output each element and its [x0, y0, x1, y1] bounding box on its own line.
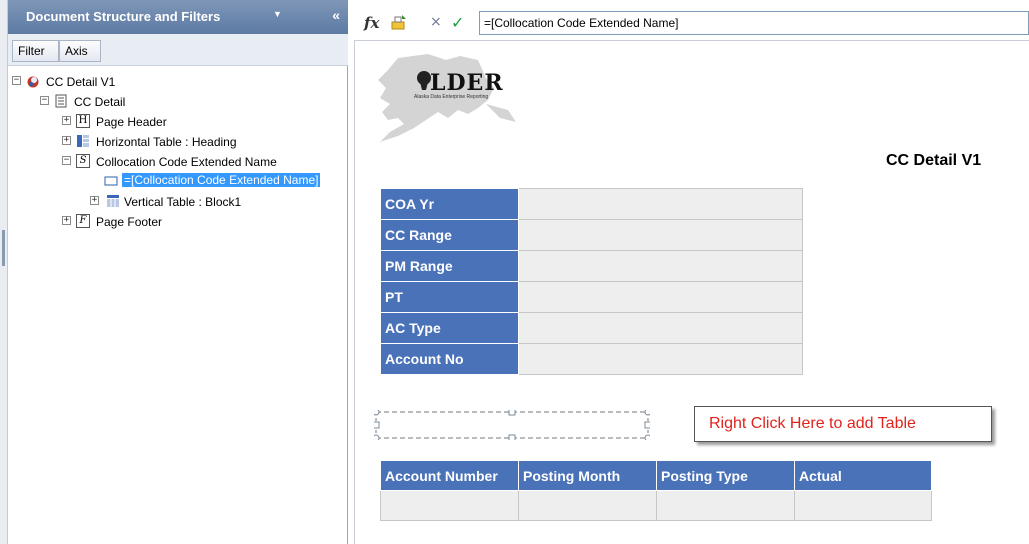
- table-row[interactable]: COA Yr: [380, 188, 803, 220]
- expand-toggle-icon[interactable]: +: [62, 116, 71, 125]
- table-header-row[interactable]: Account Number Posting Month Posting Typ…: [380, 460, 932, 491]
- row-header[interactable]: PM Range: [380, 250, 519, 282]
- column-header-account-number[interactable]: Account Number: [380, 460, 519, 491]
- formula-bar: fx × ✓ =[Collocation Code Extended Name]: [350, 10, 1029, 38]
- row-header[interactable]: PT: [380, 281, 519, 313]
- column-header-posting-type[interactable]: Posting Type: [656, 460, 795, 491]
- collapse-toggle-icon[interactable]: −: [12, 76, 21, 85]
- tree-node-label: Horizontal Table : Heading: [96, 135, 237, 149]
- tab-axis[interactable]: Axis: [59, 40, 101, 62]
- collapse-toggle-icon[interactable]: −: [40, 96, 49, 105]
- tree-node-cell[interactable]: =[Collocation Code Extended Name]: [104, 172, 344, 192]
- tree-node-label: Vertical Table : Block1: [124, 195, 242, 209]
- tree-node-vertical-table[interactable]: + Vertical Table : Block1: [90, 192, 340, 212]
- table-cell[interactable]: [518, 490, 657, 521]
- table-row[interactable]: PT: [380, 281, 803, 313]
- table-row[interactable]: [380, 490, 932, 521]
- report-icon: [27, 76, 39, 88]
- page-icon: [55, 94, 67, 108]
- table-row[interactable]: Account No: [380, 343, 803, 375]
- row-value[interactable]: [518, 343, 803, 375]
- report-title[interactable]: CC Detail V1: [886, 152, 981, 170]
- table-row[interactable]: CC Range: [380, 219, 803, 251]
- tree-node-page-header[interactable]: + H Page Header: [62, 112, 332, 132]
- table-cell[interactable]: [656, 490, 795, 521]
- tree-node-report[interactable]: − CC Detail V1: [12, 72, 342, 92]
- header-icon: H: [76, 114, 90, 128]
- tree-node-cc-detail[interactable]: − CC Detail: [34, 92, 334, 112]
- left-edge-strip[interactable]: [0, 0, 8, 544]
- table-row[interactable]: PM Range: [380, 250, 803, 282]
- vertical-table-icon: [107, 195, 119, 207]
- row-value[interactable]: [518, 219, 803, 251]
- tree-node-label: Collocation Code Extended Name: [96, 155, 277, 169]
- tree-node-label: Page Footer: [96, 215, 163, 229]
- panel-header: Document Structure and Filters ▼ «: [8, 0, 348, 34]
- function-icon[interactable]: fx: [364, 14, 379, 32]
- row-header[interactable]: CC Range: [380, 219, 519, 251]
- panel-tab-row: Filter Axis: [8, 34, 348, 66]
- tree-node-label: Page Header: [96, 115, 167, 129]
- collapse-toggle-icon[interactable]: −: [62, 156, 71, 165]
- collapse-panel-icon[interactable]: «: [332, 7, 340, 23]
- validate-formula-icon[interactable]: ✓: [451, 13, 464, 32]
- row-header[interactable]: COA Yr: [380, 188, 519, 220]
- document-structure-panel: Document Structure and Filters ▼ « Filte…: [8, 0, 348, 544]
- section-icon: S: [76, 154, 90, 168]
- tree-node-label-selected: =[Collocation Code Extended Name]: [122, 173, 321, 187]
- tree-node-page-footer[interactable]: + F Page Footer: [62, 212, 312, 232]
- panel-title: Document Structure and Filters: [26, 9, 221, 24]
- formula-input[interactable]: =[Collocation Code Extended Name]: [479, 11, 1029, 35]
- row-value[interactable]: [518, 188, 803, 220]
- tree-node-label: CC Detail: [74, 95, 126, 109]
- resize-grip[interactable]: [2, 230, 5, 266]
- logo-subtext: Alaska Data Enterprise Reporting: [414, 94, 489, 100]
- panel-menu-caret-icon[interactable]: ▼: [273, 9, 282, 19]
- logo-text: LDER: [430, 70, 504, 96]
- column-header-posting-month[interactable]: Posting Month: [518, 460, 657, 491]
- horizontal-table-icon: [77, 135, 89, 147]
- footer-icon: F: [76, 214, 90, 228]
- tree-node-horizontal-table[interactable]: + Horizontal Table : Heading: [62, 132, 342, 152]
- selected-cell-placeholder[interactable]: [374, 410, 650, 440]
- row-header[interactable]: AC Type: [380, 312, 519, 344]
- row-value[interactable]: [518, 281, 803, 313]
- table-cell[interactable]: [380, 490, 519, 521]
- table-cell[interactable]: [794, 490, 932, 521]
- expand-toggle-icon[interactable]: +: [90, 196, 99, 205]
- table-row[interactable]: AC Type: [380, 312, 803, 344]
- cancel-formula-icon[interactable]: ×: [430, 14, 442, 30]
- tree-node-section[interactable]: − S Collocation Code Extended Name: [62, 152, 342, 172]
- expand-toggle-icon[interactable]: +: [62, 216, 71, 225]
- expand-toggle-icon[interactable]: +: [62, 136, 71, 145]
- tree-node-label: CC Detail V1: [46, 75, 116, 89]
- tab-filter[interactable]: Filter: [12, 40, 59, 62]
- column-header-actual[interactable]: Actual: [794, 460, 932, 491]
- vertical-table[interactable]: COA Yr CC Range PM Range PT AC Type Acco…: [380, 188, 803, 375]
- cell-icon: [104, 176, 118, 186]
- horizontal-table[interactable]: Account Number Posting Month Posting Typ…: [380, 460, 932, 521]
- row-value[interactable]: [518, 250, 803, 282]
- variable-editor-icon[interactable]: [390, 13, 408, 31]
- row-value[interactable]: [518, 312, 803, 344]
- add-table-hint[interactable]: Right Click Here to add Table: [694, 406, 992, 442]
- alder-logo: LDER Alaska Data Enterprise Reporting: [368, 48, 548, 148]
- row-header[interactable]: Account No: [380, 343, 519, 375]
